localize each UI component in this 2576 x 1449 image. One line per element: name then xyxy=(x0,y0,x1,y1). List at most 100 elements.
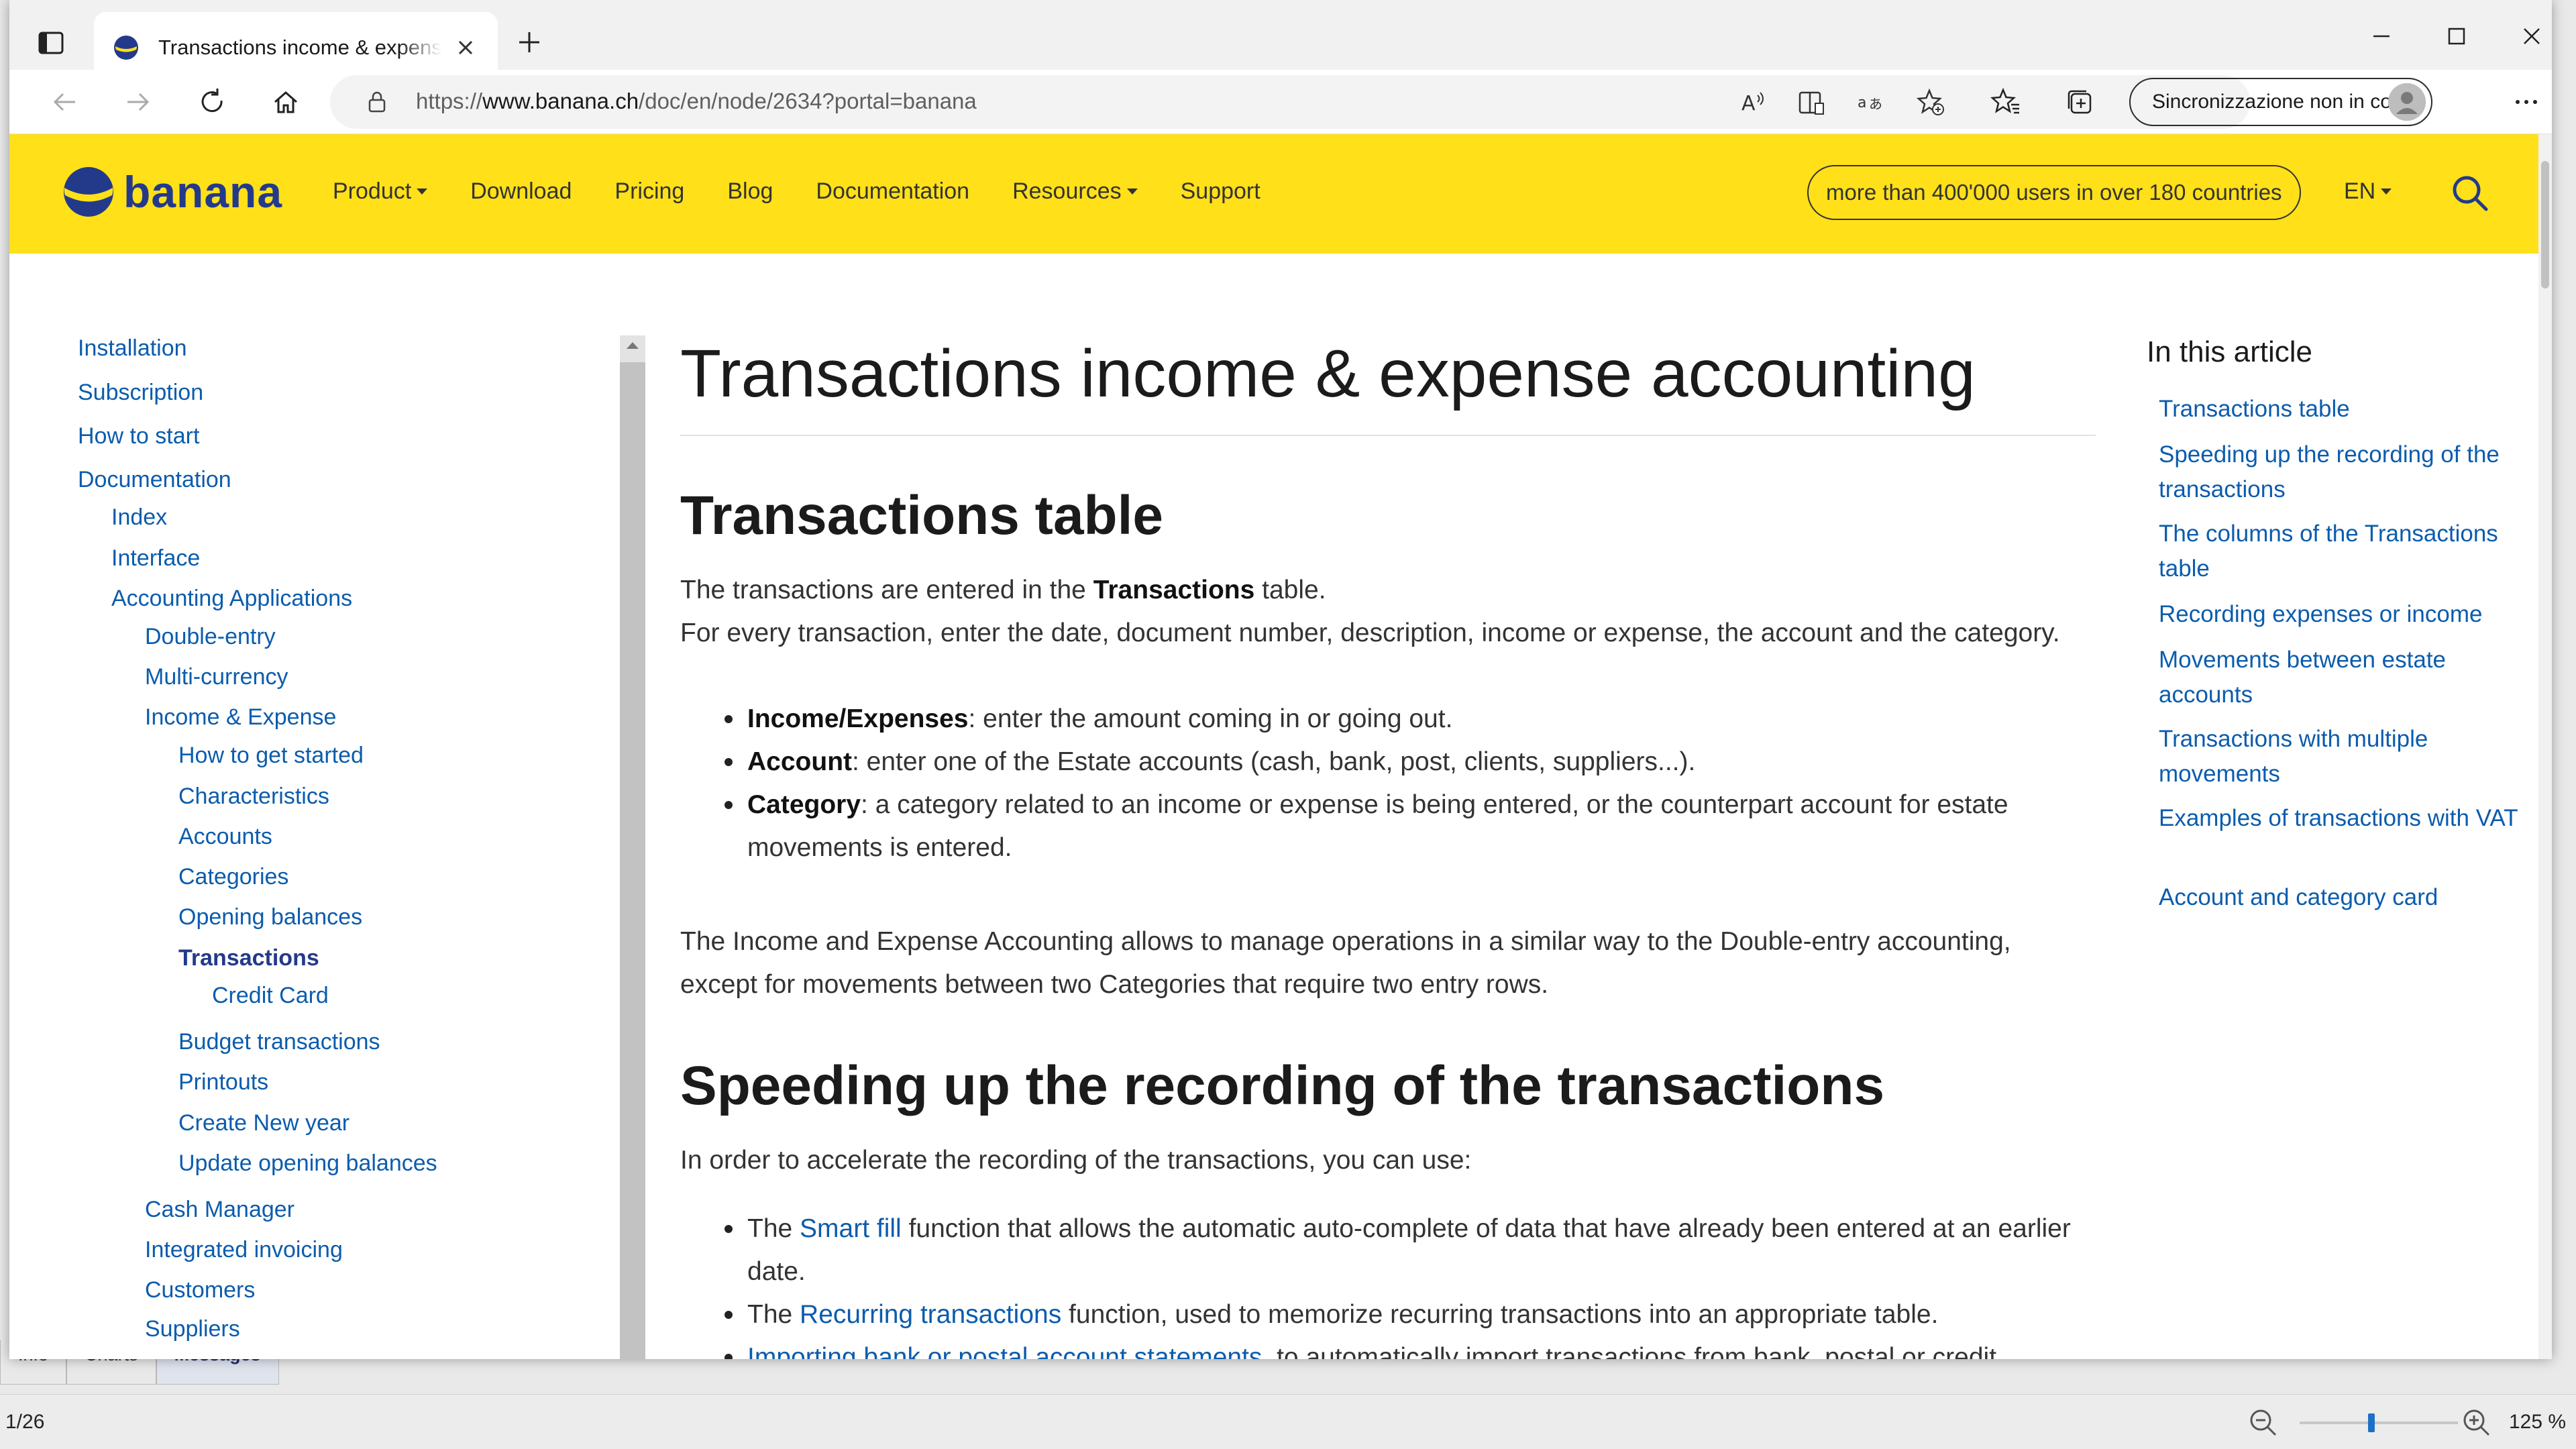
toc-item[interactable]: Movements between estate accounts xyxy=(2159,643,2521,712)
site-header: banana Product Download Pricing Blog Doc… xyxy=(9,134,2538,254)
bullet-text: : enter one of the Estate accounts (cash… xyxy=(852,747,1696,776)
section-heading-transactions-table: Transactions table xyxy=(680,485,1164,546)
minimize-icon[interactable] xyxy=(2364,19,2399,54)
bullet-text: function, used to memorize recurring tra… xyxy=(1061,1300,1939,1329)
new-tab-icon[interactable] xyxy=(514,27,545,58)
sidebar-item-documentation[interactable]: Documentation xyxy=(78,467,231,493)
bullet-text: : a category related to an income or exp… xyxy=(747,790,2008,862)
nav-download[interactable]: Download xyxy=(470,178,572,205)
sidebar-item-characteristics[interactable]: Characteristics xyxy=(178,784,329,810)
sidebar-item-opening-balances[interactable]: Opening balances xyxy=(178,904,362,930)
lock-icon[interactable] xyxy=(364,89,390,115)
zoom-in-icon[interactable] xyxy=(2461,1407,2493,1439)
more-icon[interactable] xyxy=(2510,86,2542,118)
sidebar-item-accounting-applications[interactable]: Accounting Applications xyxy=(111,586,352,612)
collections-icon[interactable] xyxy=(2062,85,2097,119)
page-scrollbar-thumb[interactable] xyxy=(2541,161,2549,288)
sidebar-item-update-opening-balances[interactable]: Update opening balances xyxy=(178,1150,437,1177)
list-item: Account: enter one of the Estate account… xyxy=(680,741,2096,784)
sidebar-item-suppliers[interactable]: Suppliers xyxy=(145,1316,240,1342)
smart-fill-link[interactable]: Smart fill xyxy=(800,1214,902,1243)
sidebar-item-subscription[interactable]: Subscription xyxy=(78,380,203,406)
recurring-transactions-link[interactable]: Recurring transactions xyxy=(800,1300,1061,1329)
list-item: Category: a category related to an incom… xyxy=(680,784,2096,869)
profile-avatar-icon xyxy=(2388,83,2426,121)
translate-icon[interactable]: aあ xyxy=(1856,87,1885,117)
toc-item[interactable]: Transactions with multiple movements xyxy=(2159,722,2521,792)
users-badge[interactable]: more than 400'000 users in over 180 coun… xyxy=(1807,165,2301,220)
sidebar-item-index[interactable]: Index xyxy=(111,504,167,531)
svg-text:a: a xyxy=(1858,95,1866,111)
toc-item[interactable]: Recording expenses or income xyxy=(2159,597,2521,632)
maximize-icon[interactable] xyxy=(2439,19,2474,54)
article: Transactions income & expense accounting… xyxy=(671,335,2096,1359)
immersive-reader-icon[interactable] xyxy=(1796,87,1826,117)
sidebar-scrollbar-thumb[interactable] xyxy=(620,362,645,1359)
browser-toolbar: https://www.banana.ch/doc/en/node/2634?p… xyxy=(9,70,2552,134)
page-viewport: banana Product Download Pricing Blog Doc… xyxy=(9,134,2538,1359)
import-statements-link[interactable]: Importing bank or postal account stateme… xyxy=(747,1343,1262,1359)
toc-item[interactable]: Speeding up the recording of the transac… xyxy=(2159,437,2521,507)
bullet-text: The xyxy=(747,1300,800,1329)
language-selector[interactable]: EN xyxy=(2344,178,2392,205)
list-item: The Recurring transactions function, use… xyxy=(680,1293,2096,1336)
back-icon[interactable] xyxy=(47,85,82,119)
sidebar-item-cash-manager[interactable]: Cash Manager xyxy=(145,1197,294,1223)
toc-item[interactable]: Examples of transactions with VAT xyxy=(2159,801,2521,836)
url-text[interactable]: https://www.banana.ch/doc/en/node/2634?p… xyxy=(416,89,977,114)
address-bar[interactable]: https://www.banana.ch/doc/en/node/2634?p… xyxy=(330,75,2250,129)
sidebar-item-categories[interactable]: Categories xyxy=(178,864,288,890)
close-tab-icon[interactable] xyxy=(452,34,479,61)
sidebar-item-income-expense[interactable]: Income & Expense xyxy=(145,704,336,731)
refresh-icon[interactable] xyxy=(195,85,229,119)
sync-status-button[interactable]: Sincronizzazione non in corso xyxy=(2129,78,2432,126)
sidebar-item-how-to-start[interactable]: How to start xyxy=(78,423,199,449)
toc-item[interactable]: The columns of the Transactions table xyxy=(2159,517,2521,586)
toc-heading: In this article xyxy=(2147,335,2312,368)
bullet-text: , to automatically import transactions f… xyxy=(1262,1343,1997,1359)
sidebar-item-how-to-get-started[interactable]: How to get started xyxy=(178,743,364,769)
nav-pricing[interactable]: Pricing xyxy=(614,178,684,205)
sidebar-item-interface[interactable]: Interface xyxy=(111,545,200,572)
favorites-icon[interactable] xyxy=(1988,85,2023,119)
scroll-up-arrow-icon[interactable] xyxy=(627,342,639,349)
language-label: EN xyxy=(2344,178,2376,204)
intro-text-end: table. xyxy=(1254,576,1326,604)
sidebar-item-installation[interactable]: Installation xyxy=(78,335,187,362)
close-window-icon[interactable] xyxy=(2514,19,2549,54)
nav-download-label: Download xyxy=(470,178,572,204)
sidebar-item-accounts[interactable]: Accounts xyxy=(178,824,272,850)
nav-resources-label: Resources xyxy=(1012,178,1122,204)
toc-item[interactable]: Transactions table xyxy=(2159,392,2521,427)
sidebar-item-customers[interactable]: Customers xyxy=(145,1277,255,1303)
nav-resources[interactable]: Resources xyxy=(1012,178,1138,205)
tab-actions-icon[interactable] xyxy=(35,27,67,59)
home-icon[interactable] xyxy=(268,85,303,119)
toc-item[interactable]: Account and category card xyxy=(2159,880,2521,915)
nav-product-label: Product xyxy=(333,178,412,204)
sidebar-item-multi-currency[interactable]: Multi-currency xyxy=(145,664,288,690)
nav-documentation[interactable]: Documentation xyxy=(816,178,969,205)
sidebar-item-create-new-year[interactable]: Create New year xyxy=(178,1110,350,1136)
sidebar-item-printouts[interactable]: Printouts xyxy=(178,1069,268,1095)
nav-support[interactable]: Support xyxy=(1181,178,1260,205)
sidebar-item-double-entry[interactable]: Double-entry xyxy=(145,624,276,650)
zoom-slider-track[interactable] xyxy=(2300,1421,2458,1424)
page-scrollbar[interactable] xyxy=(2538,134,2552,1359)
status-bar: 1/26 125 % xyxy=(0,1394,2576,1449)
nav-blog[interactable]: Blog xyxy=(727,178,773,205)
zoom-slider-thumb[interactable] xyxy=(2368,1413,2375,1432)
sidebar-item-budget-transactions[interactable]: Budget transactions xyxy=(178,1029,380,1055)
bullet-text: : enter the amount coming in or going ou… xyxy=(968,704,1453,733)
site-logo[interactable]: banana xyxy=(62,165,282,219)
sidebar-item-credit-card[interactable]: Credit Card xyxy=(212,983,329,1009)
sidebar-item-integrated-invoicing[interactable]: Integrated invoicing xyxy=(145,1237,343,1263)
sidebar-item-transactions[interactable]: Transactions xyxy=(178,945,319,971)
nav-product[interactable]: Product xyxy=(333,178,428,205)
search-icon[interactable] xyxy=(2449,172,2491,215)
add-favorite-icon[interactable] xyxy=(1916,87,1945,117)
zoom-out-icon[interactable] xyxy=(2247,1407,2279,1439)
forward-icon[interactable] xyxy=(121,85,156,119)
sidebar-scrollbar[interactable] xyxy=(620,335,645,1359)
read-aloud-icon[interactable]: A xyxy=(1737,87,1767,117)
